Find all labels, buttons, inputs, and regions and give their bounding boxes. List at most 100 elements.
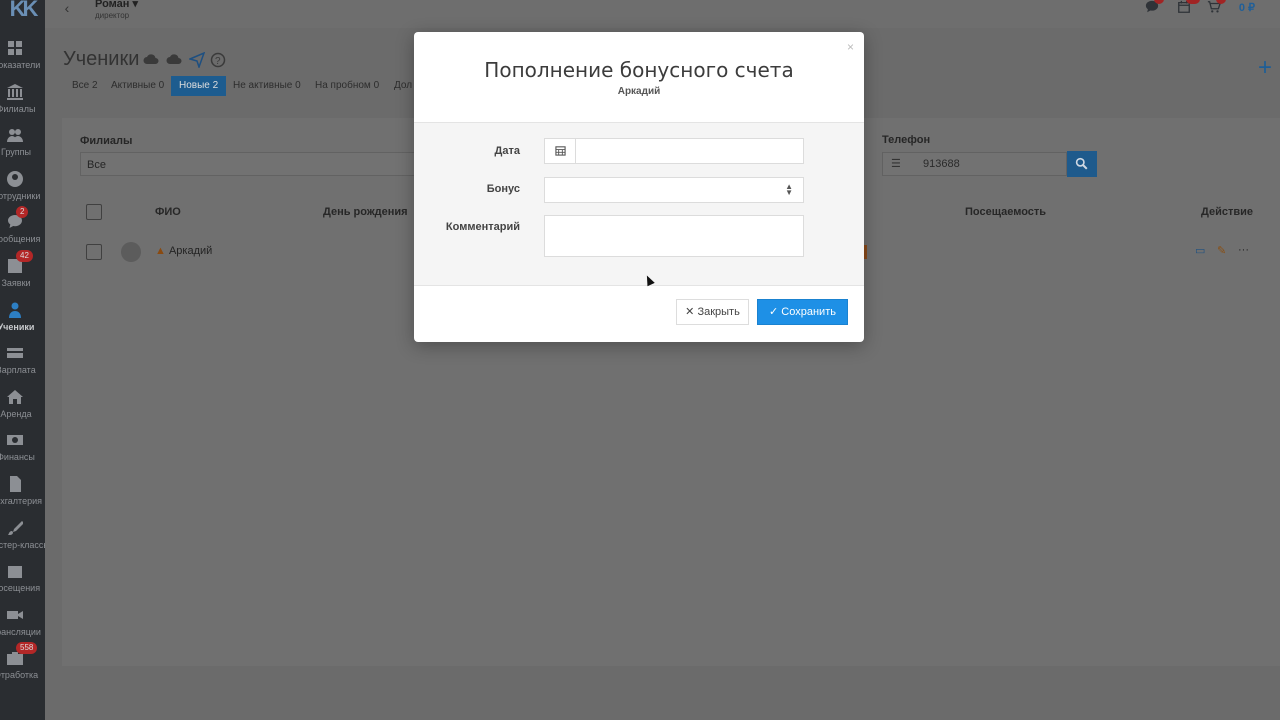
balance[interactable]: 0 ₽ [1239, 1, 1255, 14]
edit-pencil-icon[interactable]: ✎ [1217, 244, 1226, 257]
sidebar-item-label: Группы [1, 147, 31, 158]
send-icon[interactable] [187, 51, 206, 70]
tab-active[interactable]: Активные 0 [111, 76, 164, 96]
sidebar-item-label: Финансы [0, 452, 35, 463]
select-all-checkbox[interactable] [86, 204, 102, 220]
sidebar-badge: 42 [16, 250, 33, 262]
table-row-name[interactable]: ▲ Аркадий [155, 245, 212, 257]
sidebar-item-6[interactable]: Ученики [0, 302, 45, 342]
home-icon [7, 389, 23, 405]
cloud-upload-icon[interactable] [143, 52, 159, 68]
credit-card-icon [7, 345, 23, 361]
sidebar-item-label: Сообщения [0, 234, 41, 245]
search-icon [1075, 157, 1088, 170]
phone-value: 913688 [923, 158, 960, 170]
app-logo[interactable]: KK [0, 0, 45, 20]
student-name[interactable]: Аркадий [169, 245, 212, 257]
more-actions-icon[interactable]: ··· [1238, 244, 1249, 256]
sidebar-item-label: Показатели [0, 60, 41, 70]
column-name[interactable]: ФИО [155, 206, 181, 218]
avatar [121, 242, 141, 262]
calendar-icon [555, 146, 566, 156]
bonus-input[interactable]: ▲ ▼ [544, 177, 804, 203]
sidebar-item-label: Филиалы [0, 103, 36, 114]
student-icon [7, 302, 23, 318]
tab-all[interactable]: Все 2 [72, 76, 98, 96]
branches-select[interactable]: Все [80, 152, 440, 176]
tab-new[interactable]: Новые 2 [171, 76, 227, 96]
calendar-check-icon [7, 563, 23, 579]
sidebar-item-11[interactable]: Мастер-классы [0, 520, 45, 560]
chat-icon[interactable]: 2 [1145, 0, 1164, 14]
bonus-label: Бонус [486, 183, 520, 195]
user-role: директор [95, 11, 130, 20]
date-input[interactable] [575, 138, 804, 164]
close-button[interactable]: ✕ Закрыть [676, 299, 749, 325]
sidebar-item-label: Аренда [0, 408, 32, 419]
video-icon [7, 607, 23, 623]
sidebar-item-label: Заявки [1, 278, 31, 288]
calendar-icon[interactable]: 15 [1177, 0, 1200, 14]
comment-label: Комментарий [445, 221, 520, 233]
sidebar-item-label: Бухгалтерия [0, 496, 42, 506]
phone-input[interactable]: ☰ 913688 [882, 152, 1067, 176]
brush-icon [7, 520, 24, 536]
cloud-download-icon[interactable] [166, 52, 182, 68]
calendar-button[interactable] [544, 138, 576, 164]
sidebar-item-14[interactable]: 558 Отработка [0, 642, 45, 690]
column-action: Действие [1201, 206, 1253, 218]
user-circle-icon [7, 170, 23, 187]
money-icon [7, 432, 23, 448]
sidebar-item-10[interactable]: Бухгалтерия [0, 476, 45, 516]
sidebar-item-1[interactable]: Филиалы [0, 83, 45, 124]
column-attendance[interactable]: Посещаемость [965, 206, 1046, 218]
number-spinner-icon[interactable]: ▲ ▼ [785, 183, 793, 197]
sidebar-item-2[interactable]: Группы [0, 127, 45, 167]
search-button[interactable] [1067, 151, 1097, 177]
sidebar-item-3[interactable]: Сотрудники [0, 170, 45, 211]
sidebar-item-9[interactable]: Финансы [0, 432, 45, 472]
document-icon [7, 476, 23, 492]
save-button-label: Сохранить [781, 306, 836, 318]
phone-label: Телефон [882, 134, 931, 146]
modal-title: Пополнение бонусного счета [484, 58, 794, 82]
sidebar-item-label: Ученики [0, 321, 35, 332]
sidebar-item-5[interactable]: 42 Заявки [0, 250, 45, 298]
cart-icon[interactable]: 5 [1207, 0, 1226, 14]
tab-trial[interactable]: На пробном 0 [315, 76, 379, 96]
sidebar-item-12[interactable]: Посещения [0, 563, 45, 603]
sidebar-item-4[interactable]: 2 Сообщения [0, 206, 45, 254]
sidebar-item-label: Мастер-классы [0, 539, 45, 550]
column-birthday[interactable]: День рождения [323, 206, 408, 218]
modal-subtitle: Аркадий [617, 86, 661, 97]
back-button[interactable]: ‹ [55, 0, 79, 18]
sidebar-badge: 2 [16, 206, 29, 219]
sidebar-item-8[interactable]: Аренда [0, 389, 45, 429]
calendar-badge: 15 [1186, 0, 1200, 4]
list-icon: ☰ [891, 158, 901, 170]
row-checkbox[interactable] [86, 244, 102, 260]
user-name[interactable]: Роман ▾ [95, 0, 138, 10]
tab-inactive[interactable]: Не активные 0 [233, 76, 301, 96]
close-icon[interactable]: × [847, 40, 854, 54]
save-button[interactable]: ✓ Сохранить [757, 299, 848, 325]
svg-text:?: ? [215, 56, 221, 67]
sidebar-item-label: Трансляции [0, 626, 41, 637]
sidebar-item-label: Отработка [0, 670, 39, 681]
sidebar-badge: 558 [16, 642, 38, 655]
payment-card-icon[interactable]: ▭ [1195, 244, 1205, 257]
comment-textarea[interactable] [544, 215, 804, 257]
sidebar-item-label: Посещения [0, 583, 41, 594]
modal-body: Дата Бонус ▲ ▼ Комментарий [414, 122, 864, 286]
dashboard-icon [7, 40, 23, 56]
users-group-icon [7, 127, 23, 143]
sidebar-item-13[interactable]: Трансляции [0, 607, 45, 647]
sidebar-item-0[interactable]: Показатели [0, 40, 45, 80]
sidebar-item-7[interactable]: Зарплата [0, 345, 45, 385]
branches-label: Филиалы [80, 135, 133, 147]
close-button-label: Закрыть [697, 306, 740, 318]
date-label: Дата [494, 145, 520, 157]
help-icon[interactable]: ? [210, 52, 226, 68]
add-student-button[interactable]: + [1258, 56, 1272, 80]
tab-debtors[interactable]: Дол [394, 76, 412, 96]
